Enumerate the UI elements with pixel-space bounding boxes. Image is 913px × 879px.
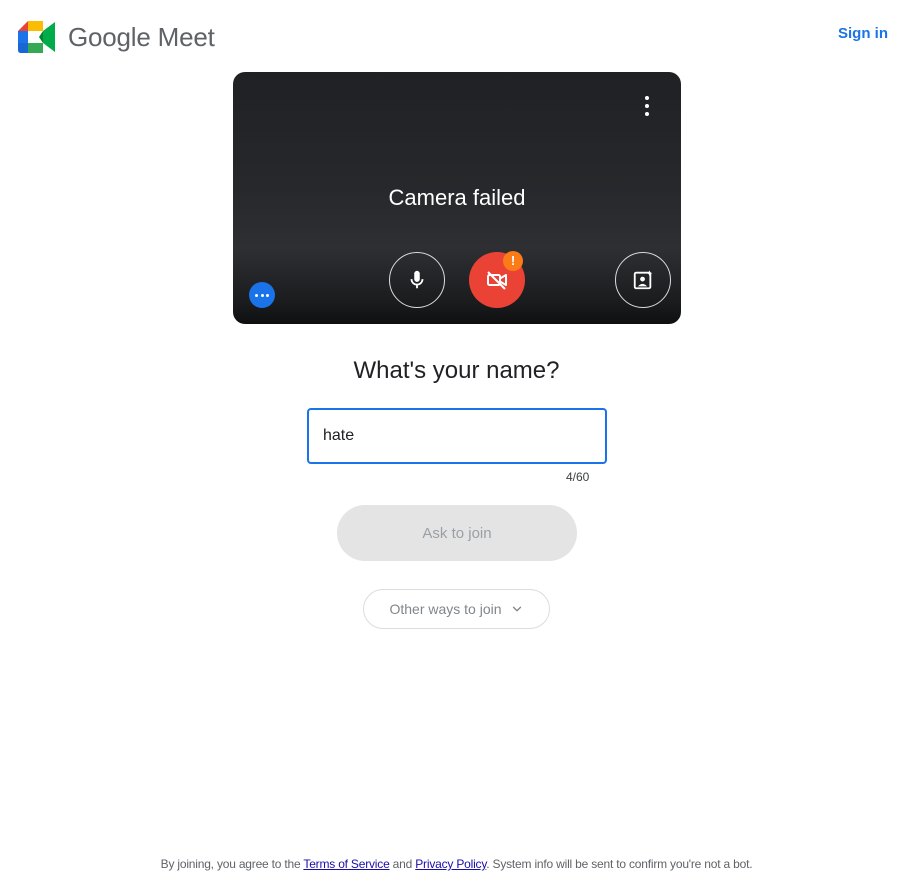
camera-off-icon: [487, 271, 507, 290]
video-preview: Camera failed !: [233, 72, 681, 324]
footer-and: and: [389, 857, 416, 871]
name-field-container[interactable]: [307, 408, 607, 464]
meet-landing-page: Google Meet Sign in Camera failed ! What…: [0, 0, 913, 879]
visual-effects-icon: [633, 270, 653, 290]
camera-warning-badge: !: [503, 251, 523, 271]
brand-name: Google Meet: [68, 22, 215, 52]
chevron-down-icon: [512, 606, 521, 612]
name-prompt-heading: What's your name?: [353, 357, 560, 384]
google-meet-logo[interactable]: [18, 21, 56, 53]
preview-more-options-icon[interactable]: [635, 94, 659, 118]
name-input[interactable]: [323, 427, 591, 445]
more-options-icon: [255, 293, 259, 297]
terms-of-service-link[interactable]: Terms of Service: [303, 857, 389, 871]
character-counter: 4/60: [566, 470, 590, 484]
sign-in-link[interactable]: Sign in: [838, 25, 888, 43]
visual-effects-button[interactable]: [615, 252, 671, 308]
privacy-policy-link[interactable]: Privacy Policy: [415, 857, 486, 871]
footer-suffix: . System info will be sent to confirm yo…: [486, 857, 753, 871]
ask-to-join-button[interactable]: Ask to join: [337, 505, 577, 561]
microphone-icon: [410, 270, 424, 289]
microphone-button[interactable]: [389, 252, 445, 308]
legal-footer: By joining, you agree to the Terms of Se…: [0, 856, 913, 872]
footer-prefix: By joining, you agree to the: [160, 857, 304, 871]
other-ways-to-join-button[interactable]: Other ways to join: [363, 589, 550, 629]
other-ways-label: Other ways to join: [389, 601, 502, 617]
camera-status-text: Camera failed: [388, 185, 526, 210]
more-options-button[interactable]: [249, 282, 275, 308]
